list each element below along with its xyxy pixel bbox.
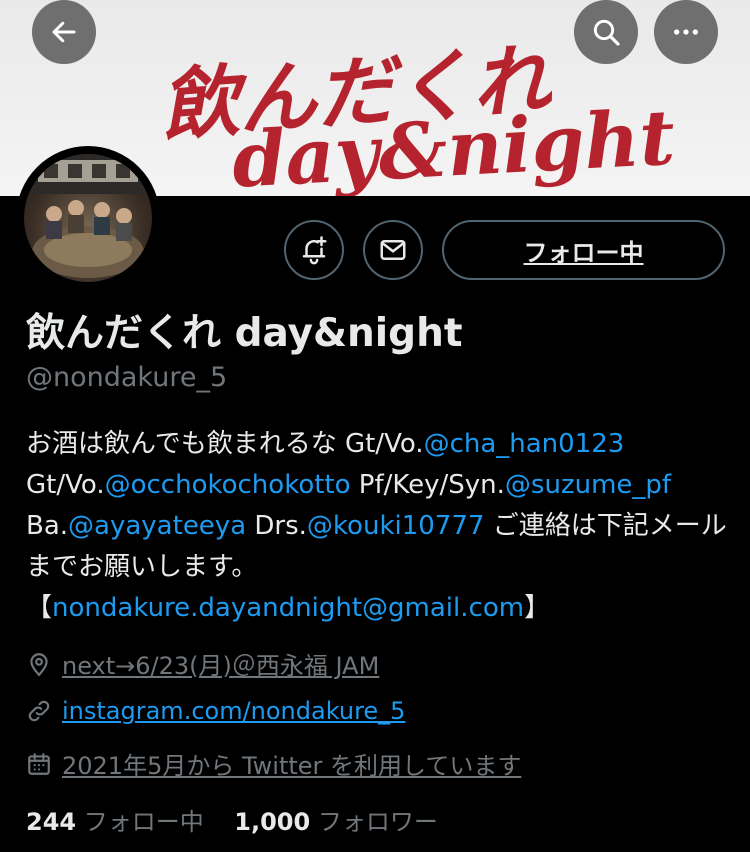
bio-mention-link[interactable]: @kouki10777 [307, 511, 485, 541]
profile-name: 飲んだくれ day&night [26, 311, 463, 356]
followers-label: フォロワー [317, 808, 438, 836]
bio-text: Ba. [26, 511, 69, 541]
location-text: next→6/23(月)＠西永福 JAM [62, 652, 380, 680]
bio-email-link[interactable]: nondakure.dayandnight@gmail.com [52, 593, 524, 623]
back-button[interactable] [32, 0, 96, 64]
bio-mention-link[interactable]: @suzume_pf [505, 470, 671, 500]
bio-mention-link[interactable]: @occhokochokotto [105, 470, 351, 500]
location-row: next→6/23(月)＠西永福 JAM [26, 646, 379, 681]
bio-text: Gt/Vo. [26, 470, 105, 500]
following-stat[interactable]: 244 フォロー中 [26, 808, 204, 836]
location-pin-icon [26, 651, 52, 677]
website-row: instagram.com/nondakure_5 [26, 697, 405, 725]
avatar-photo [24, 154, 152, 282]
joined-row: 2021年5月から Twitter を利用しています [26, 746, 521, 781]
bio-text: Pf/Key/Syn. [350, 470, 505, 500]
envelope-icon [380, 240, 406, 260]
link-icon [26, 698, 52, 724]
bell-plus-icon [302, 236, 327, 265]
bio-mention-link[interactable]: @ayayateeya [68, 511, 246, 541]
search-button[interactable] [574, 0, 638, 64]
followers-count: 1,000 [234, 808, 311, 836]
followers-stat[interactable]: 1,000 フォロワー [234, 808, 438, 836]
notify-button[interactable] [284, 220, 344, 280]
more-horizontal-icon [674, 29, 698, 35]
bio-mention-link[interactable]: @cha_han0123 [424, 429, 625, 459]
profile-handle: @nondakure_5 [26, 362, 228, 393]
bio-text: 】 [524, 593, 551, 623]
following-count: 244 [26, 808, 77, 836]
bio-text: 【 [26, 593, 53, 623]
search-icon [593, 19, 620, 46]
bio-text: Drs. [246, 511, 307, 541]
following-label: フォロー中 [83, 808, 204, 836]
joined-text: 2021年5月から Twitter を利用しています [62, 752, 522, 780]
bio-text: お酒は飲んでも飲まれるな Gt/Vo. [26, 429, 424, 459]
more-button[interactable] [654, 0, 718, 64]
follow-stats: 244 フォロー中 1,000 フォロワー [26, 802, 438, 837]
calendar-icon [26, 751, 52, 777]
website-link[interactable]: instagram.com/nondakure_5 [62, 697, 405, 725]
message-button[interactable] [363, 220, 423, 280]
following-button[interactable]: フォロー中 [442, 220, 725, 280]
profile-bio: お酒は飲んでも飲まれるな Gt/Vo.@cha_han0123 Gt/Vo.@o… [26, 424, 738, 629]
arrow-left-icon [52, 21, 76, 43]
avatar[interactable] [16, 146, 160, 290]
following-button-label: フォロー中 [523, 238, 644, 267]
